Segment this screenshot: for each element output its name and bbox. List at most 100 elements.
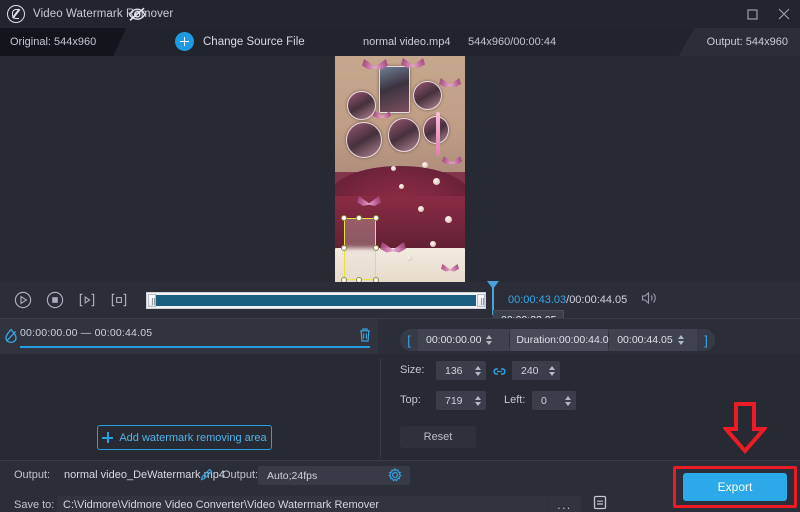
pearl-decor xyxy=(422,162,428,168)
bracket-play-icon[interactable] xyxy=(74,287,100,313)
clip-item[interactable]: 00:00:00.00 — 00:00:44.05 xyxy=(0,319,378,355)
reset-label: Reset xyxy=(423,431,453,443)
size-height-stepper[interactable] xyxy=(549,365,555,376)
reset-button[interactable]: Reset xyxy=(400,426,476,448)
maximize-icon[interactable] xyxy=(736,0,768,28)
current-time: 00:00:43.03 xyxy=(508,294,567,306)
source-file-meta: 544x960/00:00:44 xyxy=(468,36,557,48)
size-height-input[interactable]: 240 xyxy=(512,361,560,380)
trim-start-field[interactable]: 00:00:00.00 xyxy=(418,329,510,351)
source-file-name: normal video.mp4 xyxy=(363,36,451,48)
volume-icon[interactable] xyxy=(641,291,658,310)
trim-start-stepper[interactable] xyxy=(486,335,493,345)
pearl-decor xyxy=(418,206,424,212)
folder-icon[interactable] xyxy=(592,494,610,512)
save-path-value: C:\Vidmore\Vidmore Video Converter\Video… xyxy=(63,499,380,511)
browse-button[interactable]: ... xyxy=(548,496,581,512)
window-title: Video Watermark Remover xyxy=(33,8,174,20)
save-path-input[interactable]: C:\Vidmore\Vidmore Video Converter\Video… xyxy=(57,496,547,512)
red-down-arrow-annotation xyxy=(721,402,769,455)
trim-end-stepper[interactable] xyxy=(677,335,684,345)
clip-end-time: 00:00:44.05 xyxy=(94,327,153,339)
export-button[interactable]: Export xyxy=(683,473,787,501)
trim-end-field[interactable]: 00:00:44.05 xyxy=(609,329,698,351)
resize-handle[interactable] xyxy=(341,215,347,221)
trim-handle-start[interactable] xyxy=(148,293,156,307)
cake-photo-topper xyxy=(413,81,442,110)
window-controls xyxy=(736,0,800,28)
clip-time-range: 00:00:00.00 — 00:00:44.05 xyxy=(20,327,152,339)
pearl-decor xyxy=(407,256,412,261)
pearl-decor xyxy=(445,216,452,223)
gear-icon[interactable] xyxy=(388,467,402,482)
tab-output[interactable]: Output: 544x960 xyxy=(678,28,800,56)
app-logo-icon xyxy=(7,5,25,23)
trim-controls: [ 00:00:00.00 Duration:00:00:44.05 00:00… xyxy=(400,329,715,351)
tab-original[interactable]: Original: 544x960 xyxy=(0,28,126,56)
clip-dash: — xyxy=(80,327,92,339)
resize-handle[interactable] xyxy=(356,215,362,221)
pearl-decor xyxy=(399,184,404,189)
top-stepper[interactable] xyxy=(475,395,481,406)
time-display: 00:00:43.03/00:00:44.05 xyxy=(508,294,627,306)
cake-candle xyxy=(436,112,440,156)
pearl-decor xyxy=(430,241,436,247)
output-format-value: Auto;24fps xyxy=(267,469,318,482)
top-label: Top: xyxy=(400,394,421,406)
change-source-file-button[interactable]: Change Source File xyxy=(203,28,305,56)
add-watermark-area-button[interactable]: Add watermark removing area xyxy=(97,425,272,450)
bracket-right-icon[interactable]: ] xyxy=(697,333,715,348)
output-format-label: Output: xyxy=(222,469,259,481)
play-circle-icon[interactable] xyxy=(10,287,36,313)
source-bar: Original: 544x960 Change Source File nor… xyxy=(0,28,800,56)
cake-photo-topper xyxy=(347,91,376,120)
seek-range-fill xyxy=(156,294,476,306)
trim-end-value: 00:00:44.05 xyxy=(617,334,673,346)
plus-icon xyxy=(102,432,114,443)
size-width-value: 136 xyxy=(445,364,463,377)
tab-original-label: Original: 544x960 xyxy=(10,36,97,48)
tab-output-label: Output: 544x960 xyxy=(706,36,788,48)
panel-divider xyxy=(380,358,381,458)
pencil-icon[interactable] xyxy=(200,468,213,481)
close-icon[interactable] xyxy=(768,0,800,28)
change-source-label: Change Source File xyxy=(203,36,305,48)
trim-start-value: 00:00:00.00 xyxy=(426,334,482,346)
video-frame[interactable] xyxy=(335,56,465,284)
add-watermark-area-label: Add watermark removing area xyxy=(119,431,267,444)
size-width-stepper[interactable] xyxy=(475,365,481,376)
title-bar: Video Watermark Remover xyxy=(0,0,800,28)
resize-handle[interactable] xyxy=(373,215,379,221)
size-label: Size: xyxy=(400,364,425,376)
watermark-selection-box[interactable] xyxy=(341,215,379,283)
trim-handle-end[interactable] xyxy=(477,293,485,307)
link-aspect-icon[interactable] xyxy=(492,364,507,375)
total-time: 00:00:44.05 xyxy=(569,294,628,306)
output-name-label: Output: xyxy=(14,469,51,481)
trim-duration-value: Duration:00:00:44.05 xyxy=(516,334,615,346)
watermark-clip-icon xyxy=(4,328,18,344)
eye-off-icon[interactable] xyxy=(128,6,146,22)
left-stepper[interactable] xyxy=(565,395,571,406)
bracket-stop-icon[interactable] xyxy=(106,287,132,313)
app-window: Video Watermark Remover Original: 544x96… xyxy=(0,0,800,512)
resize-handle[interactable] xyxy=(341,245,347,251)
clip-progress-underline xyxy=(20,346,370,349)
left-label: Left: xyxy=(504,394,526,406)
player-bar: 00:00:43.03/00:00:44.05 xyxy=(0,282,800,318)
seek-bar[interactable] xyxy=(146,291,486,309)
trim-duration-field: Duration:00:00:44.05 xyxy=(510,329,614,351)
pearl-decor xyxy=(433,178,440,185)
stop-circle-icon[interactable] xyxy=(42,287,68,313)
browse-label: ... xyxy=(557,498,572,512)
cake-photo-topper xyxy=(346,122,382,158)
trash-icon[interactable] xyxy=(358,327,372,343)
top-input[interactable]: 719 xyxy=(436,391,486,410)
left-input[interactable]: 0 xyxy=(532,391,576,410)
bracket-left-icon[interactable]: [ xyxy=(400,333,418,348)
resize-handle[interactable] xyxy=(373,245,379,251)
plus-circle-icon[interactable] xyxy=(175,32,194,51)
size-width-input[interactable]: 136 xyxy=(436,361,486,380)
left-value: 0 xyxy=(541,394,547,407)
cake-photo-topper xyxy=(388,118,420,152)
